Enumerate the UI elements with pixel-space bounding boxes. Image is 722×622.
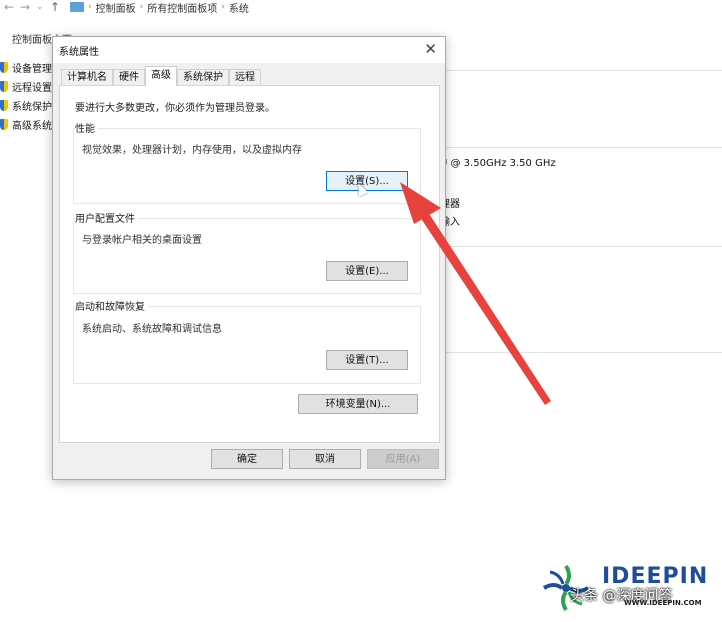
arrow-shaft: [418, 209, 551, 405]
tab-advanced[interactable]: 高级: [145, 66, 177, 86]
watermark-logo: IDEEPIN 头条 @深度问答 WWW.IDEEPIN.COM: [536, 560, 716, 616]
logo-url: WWW.IDEEPIN.COM: [624, 599, 702, 607]
arrow-head: [400, 182, 441, 224]
red-arrow-annotation: [400, 182, 551, 405]
